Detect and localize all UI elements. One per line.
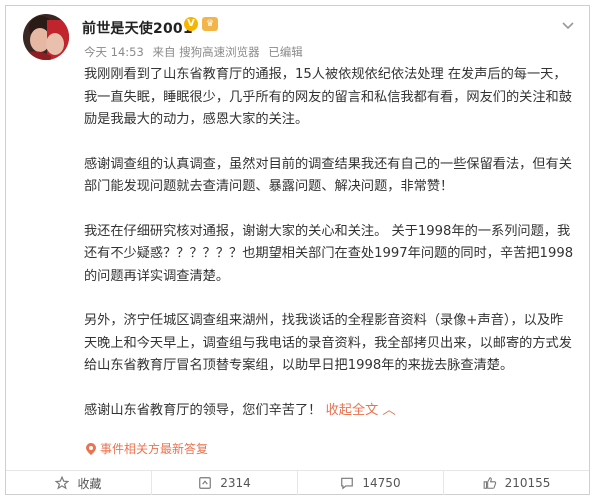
post-last-line: 感谢山东省教育厅的领导，您们辛苦了！ — [84, 402, 322, 418]
favorite-button[interactable]: 收藏 — [6, 471, 152, 495]
like-icon — [483, 477, 496, 489]
like-count: 210155 — [504, 476, 551, 490]
avatar[interactable] — [23, 14, 69, 60]
repost-count: 2314 — [220, 476, 251, 490]
chevron-up-icon[interactable]: ︿ — [378, 403, 396, 418]
comment-icon — [341, 477, 354, 490]
post-paragraph: 我还在仔细研究核对通报，谢谢大家的关心和关注。 关于1998年的一系列问题，我还… — [84, 223, 574, 284]
level-badge-icon: ♛ — [202, 17, 218, 31]
like-button[interactable]: 210155 — [444, 471, 589, 495]
action-toolbar: 收藏 2314 14750 210155 — [6, 470, 589, 495]
avatar-photo — [23, 14, 69, 60]
edited-flag: 已编辑 — [268, 45, 303, 59]
post-meta: 今天 14:53 来自 搜狗高速浏览器 已编辑 — [84, 44, 308, 60]
user-badges: V ♛ — [184, 17, 218, 31]
favorite-label: 收藏 — [77, 476, 102, 491]
comment-count: 14750 — [362, 476, 401, 490]
post-time[interactable]: 今天 14:53 — [84, 45, 144, 59]
post-paragraph-last: 感谢山东省教育厅的领导，您们辛苦了！ 收起全文 ︿ — [84, 400, 574, 423]
pin-icon — [86, 442, 96, 455]
related-response-label: 事件相关方最新答复 — [100, 442, 209, 456]
post-text: 我刚刚看到了山东省教育厅的通报，15人被依规依纪依法处理 在发声后的每一天，我一… — [84, 64, 574, 422]
related-response-link[interactable]: 事件相关方最新答复 — [86, 440, 208, 457]
weibo-post-card: 前世是天使2001 V ♛ 今天 14:53 来自 搜狗高速浏览器 已编辑 我刚… — [5, 5, 590, 495]
repost-icon — [199, 477, 212, 489]
star-icon — [55, 476, 70, 490]
post-paragraph: 我刚刚看到了山东省教育厅的通报，15人被依规依纪依法处理 在发声后的每一天，我一… — [84, 67, 572, 127]
comment-button[interactable]: 14750 — [298, 471, 444, 495]
post-paragraph: 另外，济宁任城区调查组来湖州，找我谈话的全程影音资料（录像+声音），以及昨天晚上… — [84, 313, 572, 373]
username[interactable]: 前世是天使2001 — [82, 18, 193, 38]
verified-v-icon: V — [184, 17, 198, 31]
collapse-link[interactable]: 收起全文 — [326, 403, 379, 418]
post-source: 来自 搜狗高速浏览器 — [152, 45, 260, 59]
post-paragraph: 感谢调查组的认真调查，虽然对目前的调查结果我还有自己的一些保留看法，但有关部门能… — [84, 156, 572, 195]
repost-button[interactable]: 2314 — [152, 471, 298, 495]
chevron-down-icon[interactable] — [561, 19, 575, 33]
